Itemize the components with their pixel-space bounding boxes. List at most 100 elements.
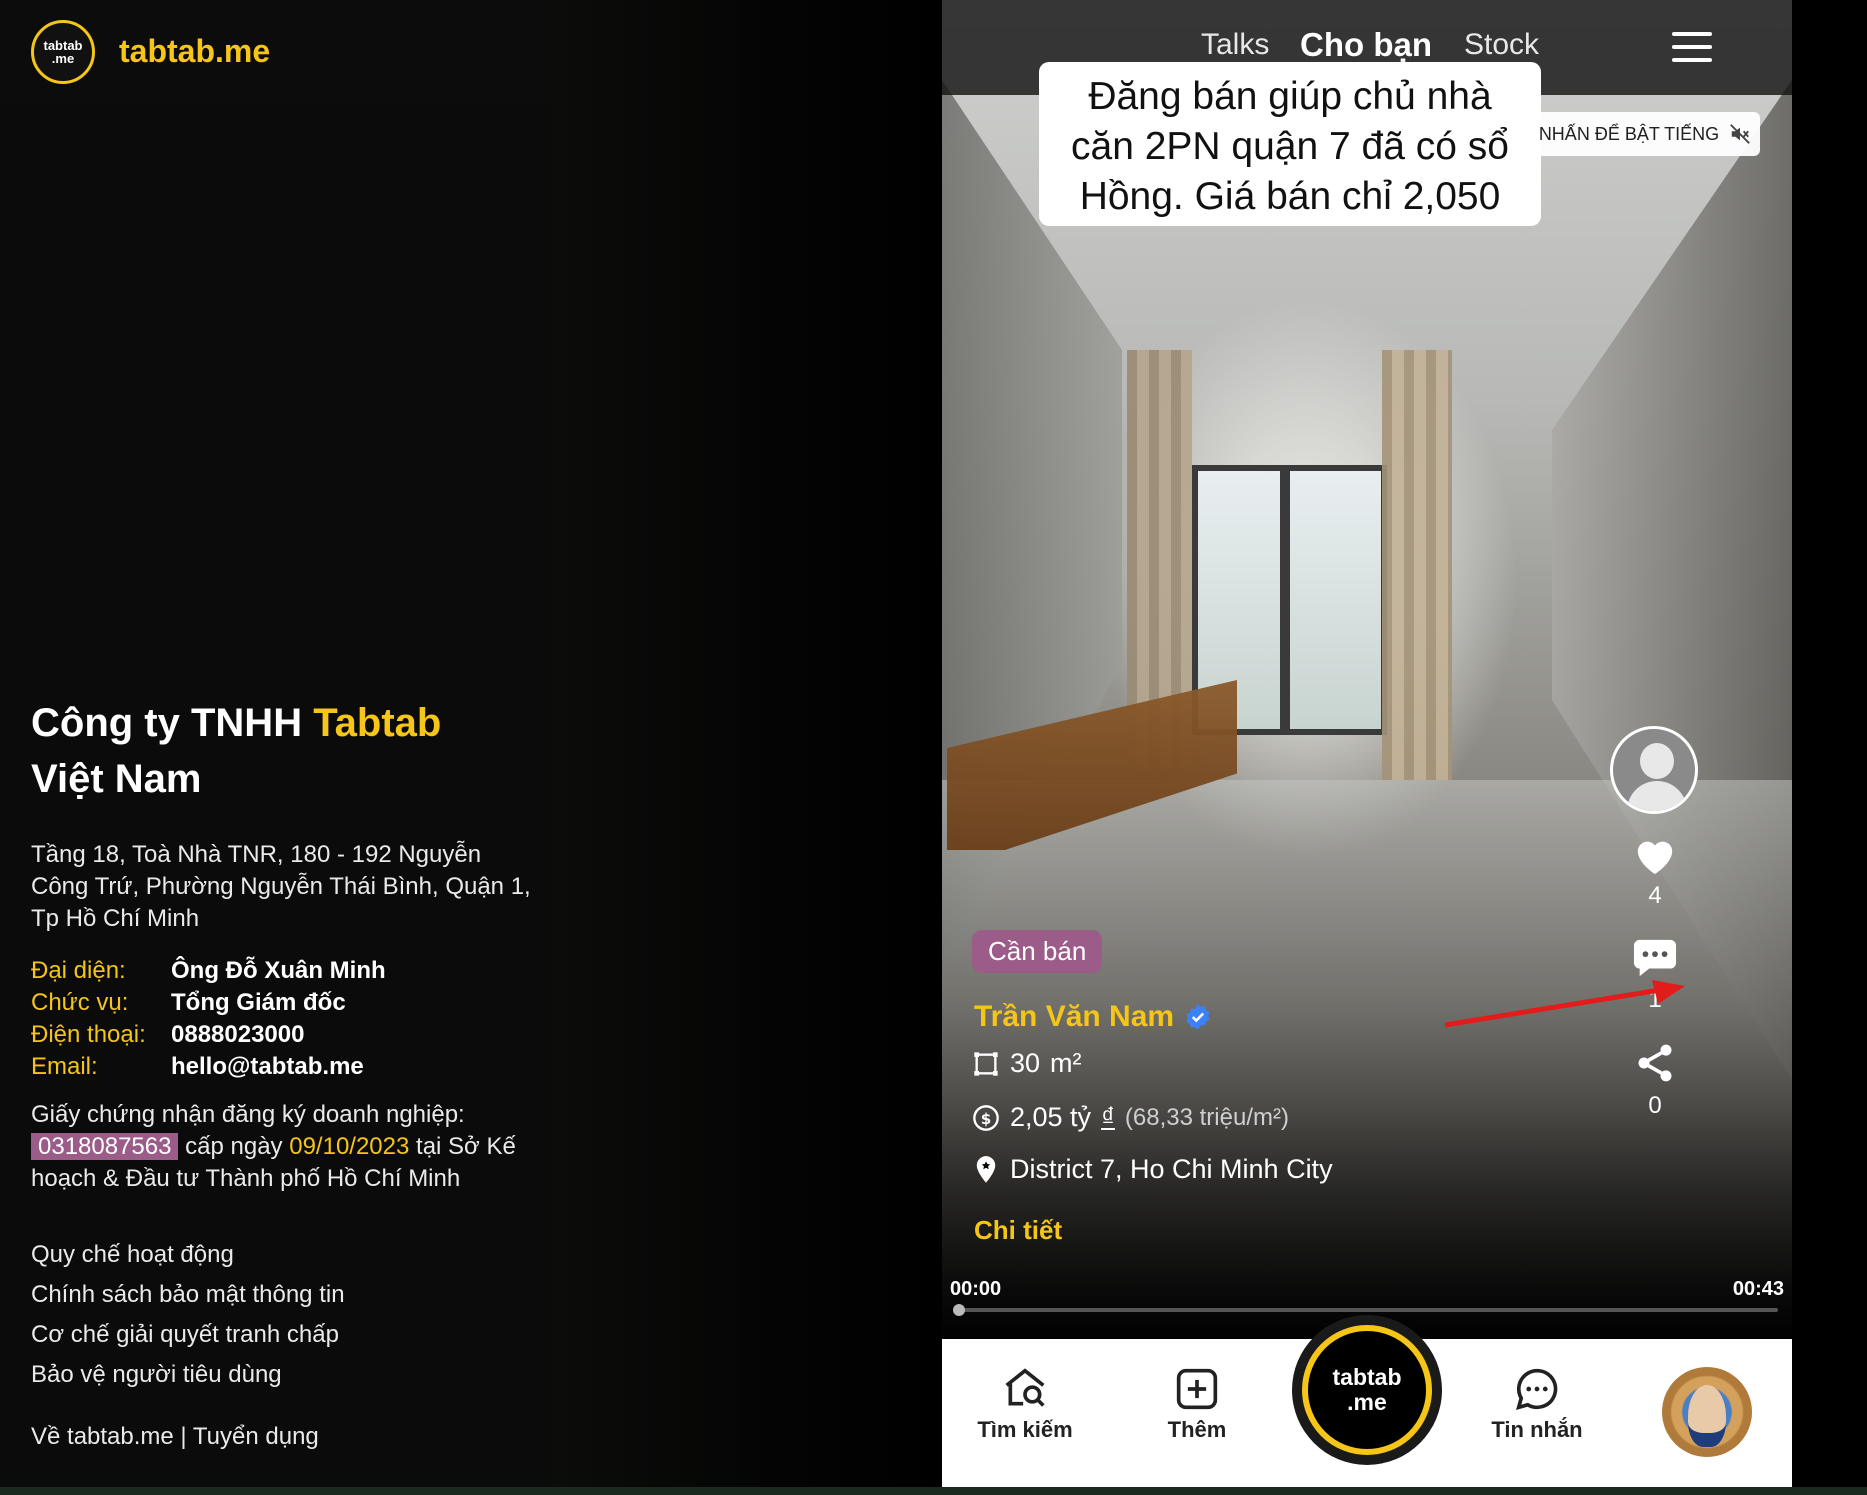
- caption-line-1: Đăng bán giúp chủ nhà: [1088, 75, 1492, 118]
- license-date: 09/10/2023: [289, 1133, 410, 1160]
- unmute-button[interactable]: NHẤN ĐỂ BẬT TIẾNG: [1530, 112, 1760, 156]
- tab-talks[interactable]: Talks: [1201, 28, 1269, 62]
- phone-value[interactable]: 0888023000: [171, 1019, 304, 1051]
- company-name-highlight: Tabtab: [313, 701, 442, 745]
- red-annotation-arrow: [1444, 980, 1685, 1028]
- company-name: Công ty TNHH Tabtab Việt Nam: [31, 695, 531, 807]
- svg-text:$: $: [981, 1109, 992, 1127]
- policy-links: Quy chế hoạt động Chính sách bảo mật thô…: [31, 1235, 531, 1395]
- representative-row: Đại diện: Ông Đỗ Xuân Minh: [31, 955, 531, 987]
- location-pin-icon: [976, 1155, 996, 1183]
- price-value: 2,05 tỷ: [1010, 1102, 1092, 1132]
- license-number: 0318087563: [31, 1133, 179, 1160]
- company-name-part2: Việt Nam: [31, 757, 202, 801]
- speaker-muted-icon: [1730, 124, 1751, 144]
- page-gap: [550, 0, 942, 1487]
- caption-line-3: Hồng. Giá bán chỉ 2,050: [1079, 175, 1501, 218]
- logo-text-line1: tabtab: [43, 37, 83, 53]
- nav-search-label: Tìm kiếm: [977, 1417, 1073, 1442]
- nav-add[interactable]: Thêm: [1127, 1367, 1267, 1443]
- verified-check-icon: [1186, 1004, 1210, 1030]
- nav-messages-label: Tin nhắn: [1491, 1417, 1583, 1442]
- company-address: Tầng 18, Toà Nhà TNR, 180 - 192 Nguyễn C…: [31, 841, 531, 932]
- representative-label: Đại diện:: [31, 957, 126, 984]
- comment-bubble-icon: [1633, 939, 1677, 977]
- email-label: Email:: [31, 1053, 98, 1080]
- like-count: 4: [1648, 882, 1662, 909]
- unmute-label: NHẤN ĐỂ BẬT TIẾNG: [1538, 123, 1720, 144]
- chat-bubble-icon: [1516, 1368, 1558, 1410]
- poster-name-row[interactable]: Trần Văn Nam: [974, 1000, 1212, 1034]
- careers-link[interactable]: Tuyển dụng: [193, 1423, 319, 1450]
- license-intro: Giấy chứng nhận đăng ký doanh nghiệp:: [31, 1101, 465, 1128]
- video-feed: Talks Cho bạn Stock Đăng bán giúp chủ nh…: [942, 0, 1792, 1487]
- center-logo-line1: tabtab: [1332, 1364, 1402, 1390]
- bottom-strip: [0, 1487, 1867, 1495]
- policy-link-privacy[interactable]: Chính sách bảo mật thông tin: [31, 1275, 531, 1315]
- area-icon: [974, 1051, 998, 1076]
- tab-stock[interactable]: Stock: [1464, 28, 1539, 62]
- share-icon: [1638, 1044, 1672, 1082]
- company-sidebar: tabtab .me tabtab.me Công ty TNHH Tabtab…: [0, 0, 550, 1487]
- house-search-icon: [1005, 1368, 1045, 1407]
- caption-line-2: căn 2PN quận 7 đã có sổ: [1071, 125, 1509, 168]
- about-link[interactable]: Về tabtab.me: [31, 1423, 174, 1450]
- share-button[interactable]: 0: [1610, 1040, 1700, 1120]
- email-value[interactable]: hello@tabtab.me: [171, 1051, 364, 1083]
- company-info: Công ty TNHH Tabtab Việt Nam Tầng 18, To…: [31, 695, 531, 1451]
- company-name-part1: Công ty TNHH: [31, 701, 314, 745]
- phone-row: Điện thoại: 0888023000: [31, 1019, 531, 1051]
- detail-link[interactable]: Chi tiết: [974, 1215, 1062, 1246]
- business-license: Giấy chứng nhận đăng ký doanh nghiệp: 03…: [31, 1099, 531, 1195]
- price-currency: ₫: [1101, 1102, 1115, 1132]
- page-right-margin: [1792, 0, 1867, 1487]
- brand-header[interactable]: tabtab .me tabtab.me: [0, 0, 550, 103]
- tab-for-you[interactable]: Cho bạn: [1300, 26, 1432, 64]
- brand-name[interactable]: tabtab.me: [119, 33, 270, 70]
- position-value: Tổng Giám đốc: [171, 989, 346, 1016]
- heart-icon: [1637, 841, 1673, 875]
- location-text: District 7, Ho Chi Minh City: [1010, 1154, 1333, 1184]
- video-caption: Đăng bán giúp chủ nhà căn 2PN quận 7 đã …: [1039, 62, 1541, 226]
- policy-link-dispute[interactable]: Cơ chế giải quyết tranh chấp: [31, 1315, 531, 1355]
- area-value: 30: [1010, 1048, 1041, 1078]
- policy-link-consumer[interactable]: Bảo vệ người tiêu dùng: [31, 1355, 531, 1395]
- email-row: Email: hello@tabtab.me: [31, 1051, 531, 1083]
- coin-icon: $: [973, 1104, 999, 1131]
- nav-search[interactable]: Tìm kiếm: [955, 1367, 1095, 1443]
- video-progress-handle[interactable]: [953, 1304, 965, 1316]
- side-action-bar: 4 1 0: [1610, 726, 1700, 1120]
- share-count: 0: [1648, 1092, 1662, 1119]
- hamburger-menu-icon[interactable]: [1672, 32, 1712, 62]
- brand-logo[interactable]: tabtab .me: [31, 19, 95, 84]
- nav-messages[interactable]: Tin nhắn: [1467, 1367, 1607, 1443]
- license-mid: cấp ngày: [178, 1133, 290, 1160]
- company-contact-table: Đại diện: Ông Đỗ Xuân Minh Chức vụ: Tổng…: [31, 955, 531, 1083]
- area-unit: m²: [1050, 1048, 1082, 1078]
- time-elapsed: 00:00: [950, 1278, 1002, 1300]
- poster-avatar[interactable]: [1610, 726, 1698, 814]
- listing-type-badge: Cần bán: [972, 930, 1103, 973]
- location-row: District 7, Ho Chi Minh City: [972, 1154, 1333, 1185]
- scene-curtain-right: [1382, 350, 1452, 780]
- representative-value: Ông Đỗ Xuân Minh: [171, 957, 386, 984]
- logo-text-line2: .me: [51, 50, 75, 66]
- position-label: Chức vụ:: [31, 989, 129, 1016]
- video-progress-bar[interactable]: [956, 1308, 1778, 1312]
- footer-separator: |: [173, 1423, 193, 1450]
- price-row: $ 2,05 tỷ ₫ (68,33 triệu/m²): [972, 1102, 1289, 1133]
- policy-link-operation[interactable]: Quy chế hoạt động: [31, 1235, 531, 1275]
- footer-links: Về tabtab.me | Tuyển dụng: [31, 1423, 531, 1451]
- phone-label: Điện thoại:: [31, 1021, 146, 1048]
- time-total: 00:43: [1732, 1278, 1784, 1300]
- center-logo-line2: .me: [1347, 1389, 1387, 1415]
- poster-name[interactable]: Trần Văn Nam: [974, 1000, 1174, 1034]
- center-home-button[interactable]: tabtab .me: [1302, 1325, 1432, 1455]
- user-profile-avatar[interactable]: [1662, 1367, 1752, 1457]
- add-square-icon: [1176, 1368, 1218, 1410]
- price-per-m2: (68,33 triệu/m²): [1124, 1103, 1289, 1131]
- like-button[interactable]: 4: [1610, 834, 1700, 910]
- area-row: 30 m²: [972, 1048, 1082, 1079]
- nav-add-label: Thêm: [1167, 1417, 1227, 1442]
- position-row: Chức vụ: Tổng Giám đốc: [31, 987, 531, 1019]
